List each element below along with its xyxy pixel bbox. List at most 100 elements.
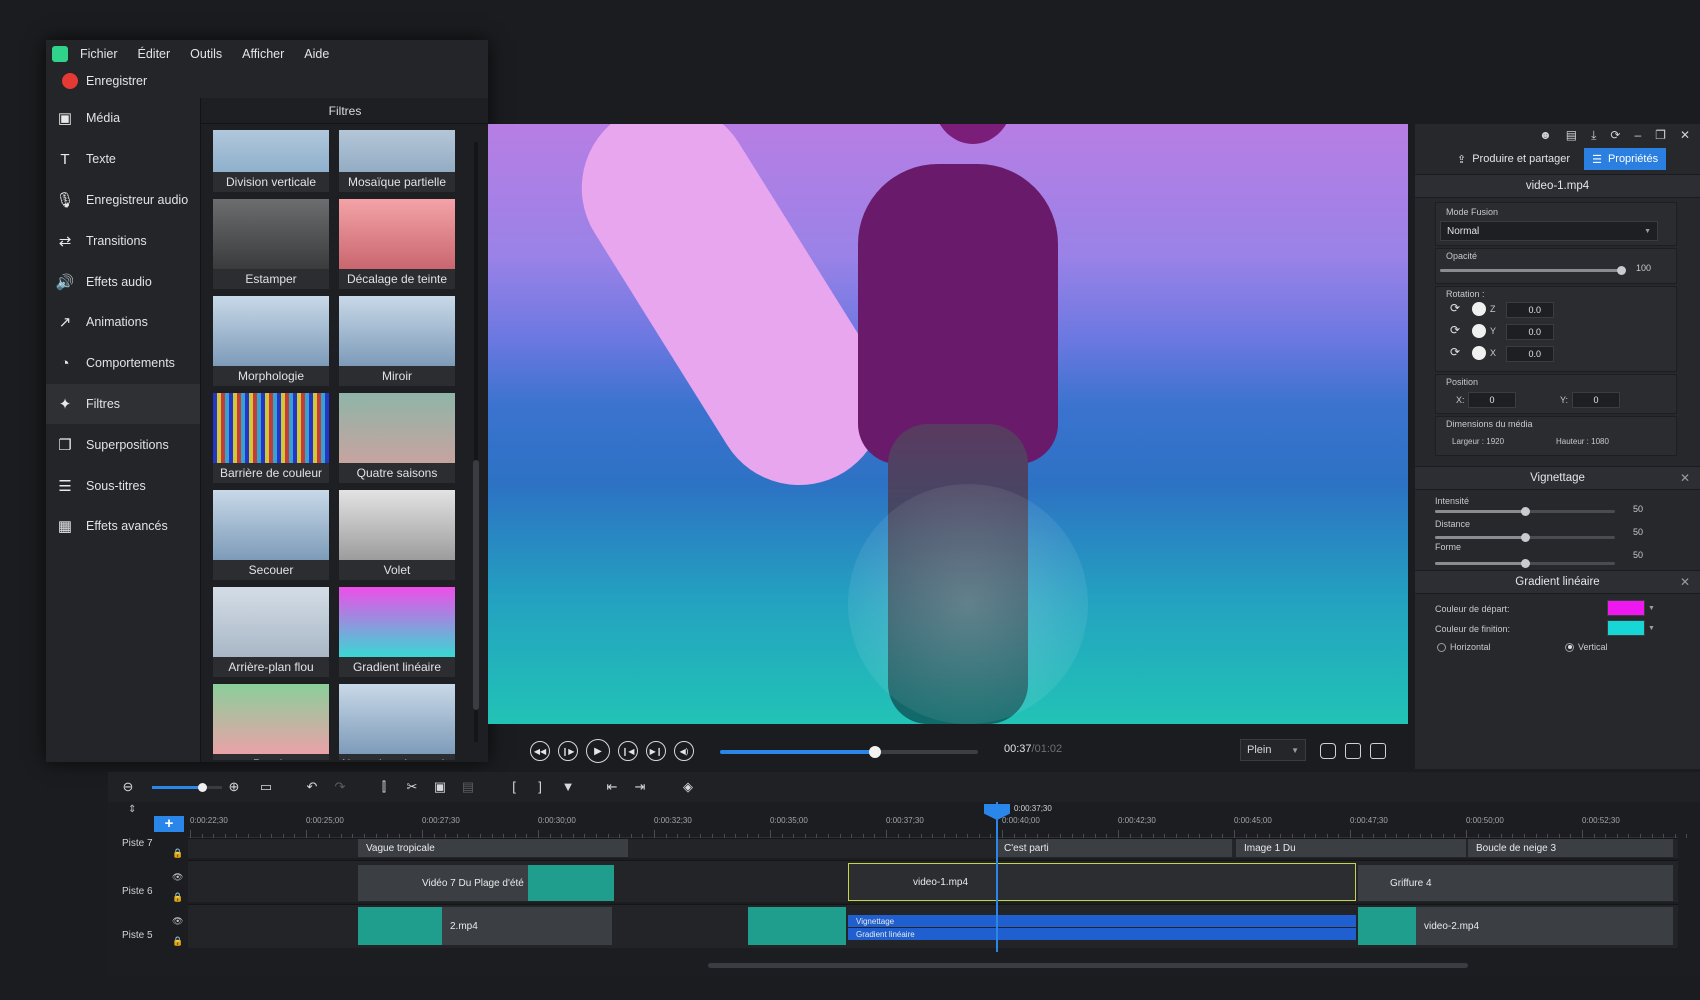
filter-tile[interactable]: Quatre saisons: [339, 393, 455, 483]
filter-tile[interactable]: Aberration chromati...: [339, 684, 455, 760]
fullscreen-icon[interactable]: [1345, 743, 1361, 759]
clip-video2b[interactable]: video-2.mp4: [1416, 907, 1673, 945]
volume-icon[interactable]: ◀): [674, 741, 694, 761]
filter-tile[interactable]: Gradient linéaire: [339, 587, 455, 677]
rotation-dial[interactable]: [1472, 324, 1486, 338]
filters-scrollbar[interactable]: [471, 130, 481, 760]
zoom-select[interactable]: Plein ▼: [1240, 739, 1306, 761]
menu-afficher[interactable]: Afficher: [242, 47, 284, 61]
save-icon[interactable]: ▤: [1566, 128, 1577, 142]
rotation-input[interactable]: 0.0: [1506, 302, 1554, 318]
clip-video7-tail[interactable]: [528, 865, 614, 901]
clip-cest-parti[interactable]: C'est parti: [996, 839, 1232, 857]
sidebar-item-0[interactable]: ▣ Média: [46, 98, 200, 139]
playhead-line[interactable]: [996, 802, 998, 952]
minimize-icon[interactable]: –: [1634, 128, 1641, 142]
lock-icon[interactable]: 🔒: [172, 892, 183, 903]
clip-video2b-head[interactable]: [1358, 907, 1416, 945]
clip-image[interactable]: Image 1 Du: [1236, 839, 1466, 857]
sidebar-item-1[interactable]: T Texte: [46, 139, 200, 180]
zoom-out-icon[interactable]: ⊖: [120, 779, 136, 795]
effect-vignettage[interactable]: Vignettage: [848, 915, 1356, 927]
clip-video2a[interactable]: 2.mp4: [442, 907, 612, 945]
zoom-in-icon[interactable]: ⊕: [226, 779, 242, 795]
vignette-slider[interactable]: [1435, 507, 1615, 516]
rewind-icon[interactable]: ◀◀: [530, 741, 550, 761]
vertical-radio[interactable]: Vertical: [1565, 642, 1608, 652]
blend-select[interactable]: Normal ▼: [1440, 221, 1658, 241]
track-tools-icon[interactable]: ⇕: [128, 804, 136, 815]
filter-tile[interactable]: Arrière-plan flou: [213, 587, 329, 677]
opacity-slider[interactable]: [1440, 266, 1626, 275]
add-track-button[interactable]: +: [154, 816, 184, 832]
filter-tile[interactable]: Volet: [339, 490, 455, 580]
skip-start-icon[interactable]: ❙◀: [618, 741, 638, 761]
step-back-icon[interactable]: ❙▶: [558, 741, 578, 761]
menu-fichier[interactable]: Fichier: [80, 47, 118, 61]
fit-timeline-icon[interactable]: ▭: [258, 779, 274, 795]
clip-boucle-neige[interactable]: Boucle de neige 3: [1468, 839, 1673, 857]
pos-y-input[interactable]: 0: [1572, 392, 1620, 408]
timeline-zoom-slider[interactable]: [152, 783, 222, 792]
menu-aide[interactable]: Aide: [304, 47, 329, 61]
sidebar-item-3[interactable]: ⇄ Transitions: [46, 220, 200, 261]
close-icon[interactable]: ✕: [1680, 575, 1690, 589]
marker-icon[interactable]: ▼: [560, 779, 576, 795]
rotation-input[interactable]: 0.0: [1506, 346, 1554, 362]
menu-editer[interactable]: Éditer: [138, 47, 171, 61]
eye-icon[interactable]: 👁: [172, 872, 183, 883]
go-end-icon[interactable]: ⇥: [632, 779, 648, 795]
rotation-dial[interactable]: [1472, 346, 1486, 360]
sidebar-item-8[interactable]: ❐ Superpositions: [46, 424, 200, 465]
timeline-scrollbar[interactable]: [188, 960, 1678, 970]
redo-icon[interactable]: ↷: [332, 779, 348, 795]
tab-produce-share[interactable]: ⇪ Produire et partager: [1449, 148, 1578, 170]
mark-out-icon[interactable]: ]: [532, 779, 548, 795]
effect-gradient-lineaire[interactable]: Gradient linéaire: [848, 928, 1356, 940]
filter-tile[interactable]: Puzzle: [213, 684, 329, 760]
filter-tile[interactable]: Morphologie: [213, 296, 329, 386]
filter-tile[interactable]: Division verticale: [213, 130, 329, 192]
sidebar-item-5[interactable]: ↗ Animations: [46, 302, 200, 343]
rotate-z-icon[interactable]: ⟳: [1450, 301, 1460, 315]
sidebar-item-10[interactable]: ▦ Effets avancés: [46, 506, 200, 547]
clip-video2-head[interactable]: [358, 907, 442, 945]
filter-tile[interactable]: Barrière de couleur: [213, 393, 329, 483]
video-preview[interactable]: [488, 124, 1408, 724]
horizontal-radio[interactable]: Horizontal: [1437, 642, 1491, 652]
filter-tile[interactable]: Mosaïque partielle: [339, 130, 455, 192]
lock-icon[interactable]: 🔒: [172, 936, 183, 947]
time-ruler[interactable]: 0:00:22;30 0:00:25;00 0:00:27;30 0:00:30;00…: [188, 802, 1688, 838]
account-icon[interactable]: ☻: [1539, 128, 1552, 142]
sidebar-item-2[interactable]: 🎙 Enregistreur audio: [46, 180, 200, 221]
go-start-icon[interactable]: ⇤: [604, 779, 620, 795]
menu-outils[interactable]: Outils: [190, 47, 222, 61]
filter-tile[interactable]: Estamper: [213, 199, 329, 289]
sidebar-item-7[interactable]: ✦ Filtres: [46, 383, 208, 425]
sync-icon[interactable]: ⟳: [1610, 128, 1620, 142]
pos-x-input[interactable]: 0: [1468, 392, 1516, 408]
rotate-y-icon[interactable]: ⟳: [1450, 323, 1460, 337]
play-icon[interactable]: ▶: [586, 739, 610, 763]
camera-icon[interactable]: [1320, 743, 1336, 759]
undo-icon[interactable]: ↶: [304, 779, 320, 795]
sidebar-item-4[interactable]: 🔊 Effets audio: [46, 261, 200, 302]
vignette-slider[interactable]: [1435, 533, 1615, 542]
rotation-dial[interactable]: [1472, 302, 1486, 316]
clip-video7-plage[interactable]: Vidéo 7 Du Plage d'été: [358, 865, 528, 901]
filter-tile[interactable]: Secouer: [213, 490, 329, 580]
detach-window-icon[interactable]: [1370, 743, 1386, 759]
clip-griffure[interactable]: Griffure 4: [1358, 865, 1673, 901]
restore-icon[interactable]: ❐: [1655, 128, 1666, 142]
split-icon[interactable]: ⫿: [376, 779, 392, 795]
mark-in-icon[interactable]: [: [506, 779, 522, 795]
record-button[interactable]: Enregistrer: [46, 68, 488, 94]
close-icon[interactable]: ✕: [1680, 128, 1690, 142]
clip-teal-segment[interactable]: [748, 907, 846, 945]
tab-properties[interactable]: ☰ Propriétés: [1584, 148, 1667, 170]
sidebar-item-9[interactable]: ☰ Sous-titres: [46, 465, 200, 506]
filter-tile[interactable]: Décalage de teinte: [339, 199, 455, 289]
download-icon[interactable]: ⤓: [1591, 128, 1596, 143]
skip-end-icon[interactable]: ▶❙: [646, 741, 666, 761]
end-color-picker[interactable]: ▼: [1607, 620, 1655, 636]
